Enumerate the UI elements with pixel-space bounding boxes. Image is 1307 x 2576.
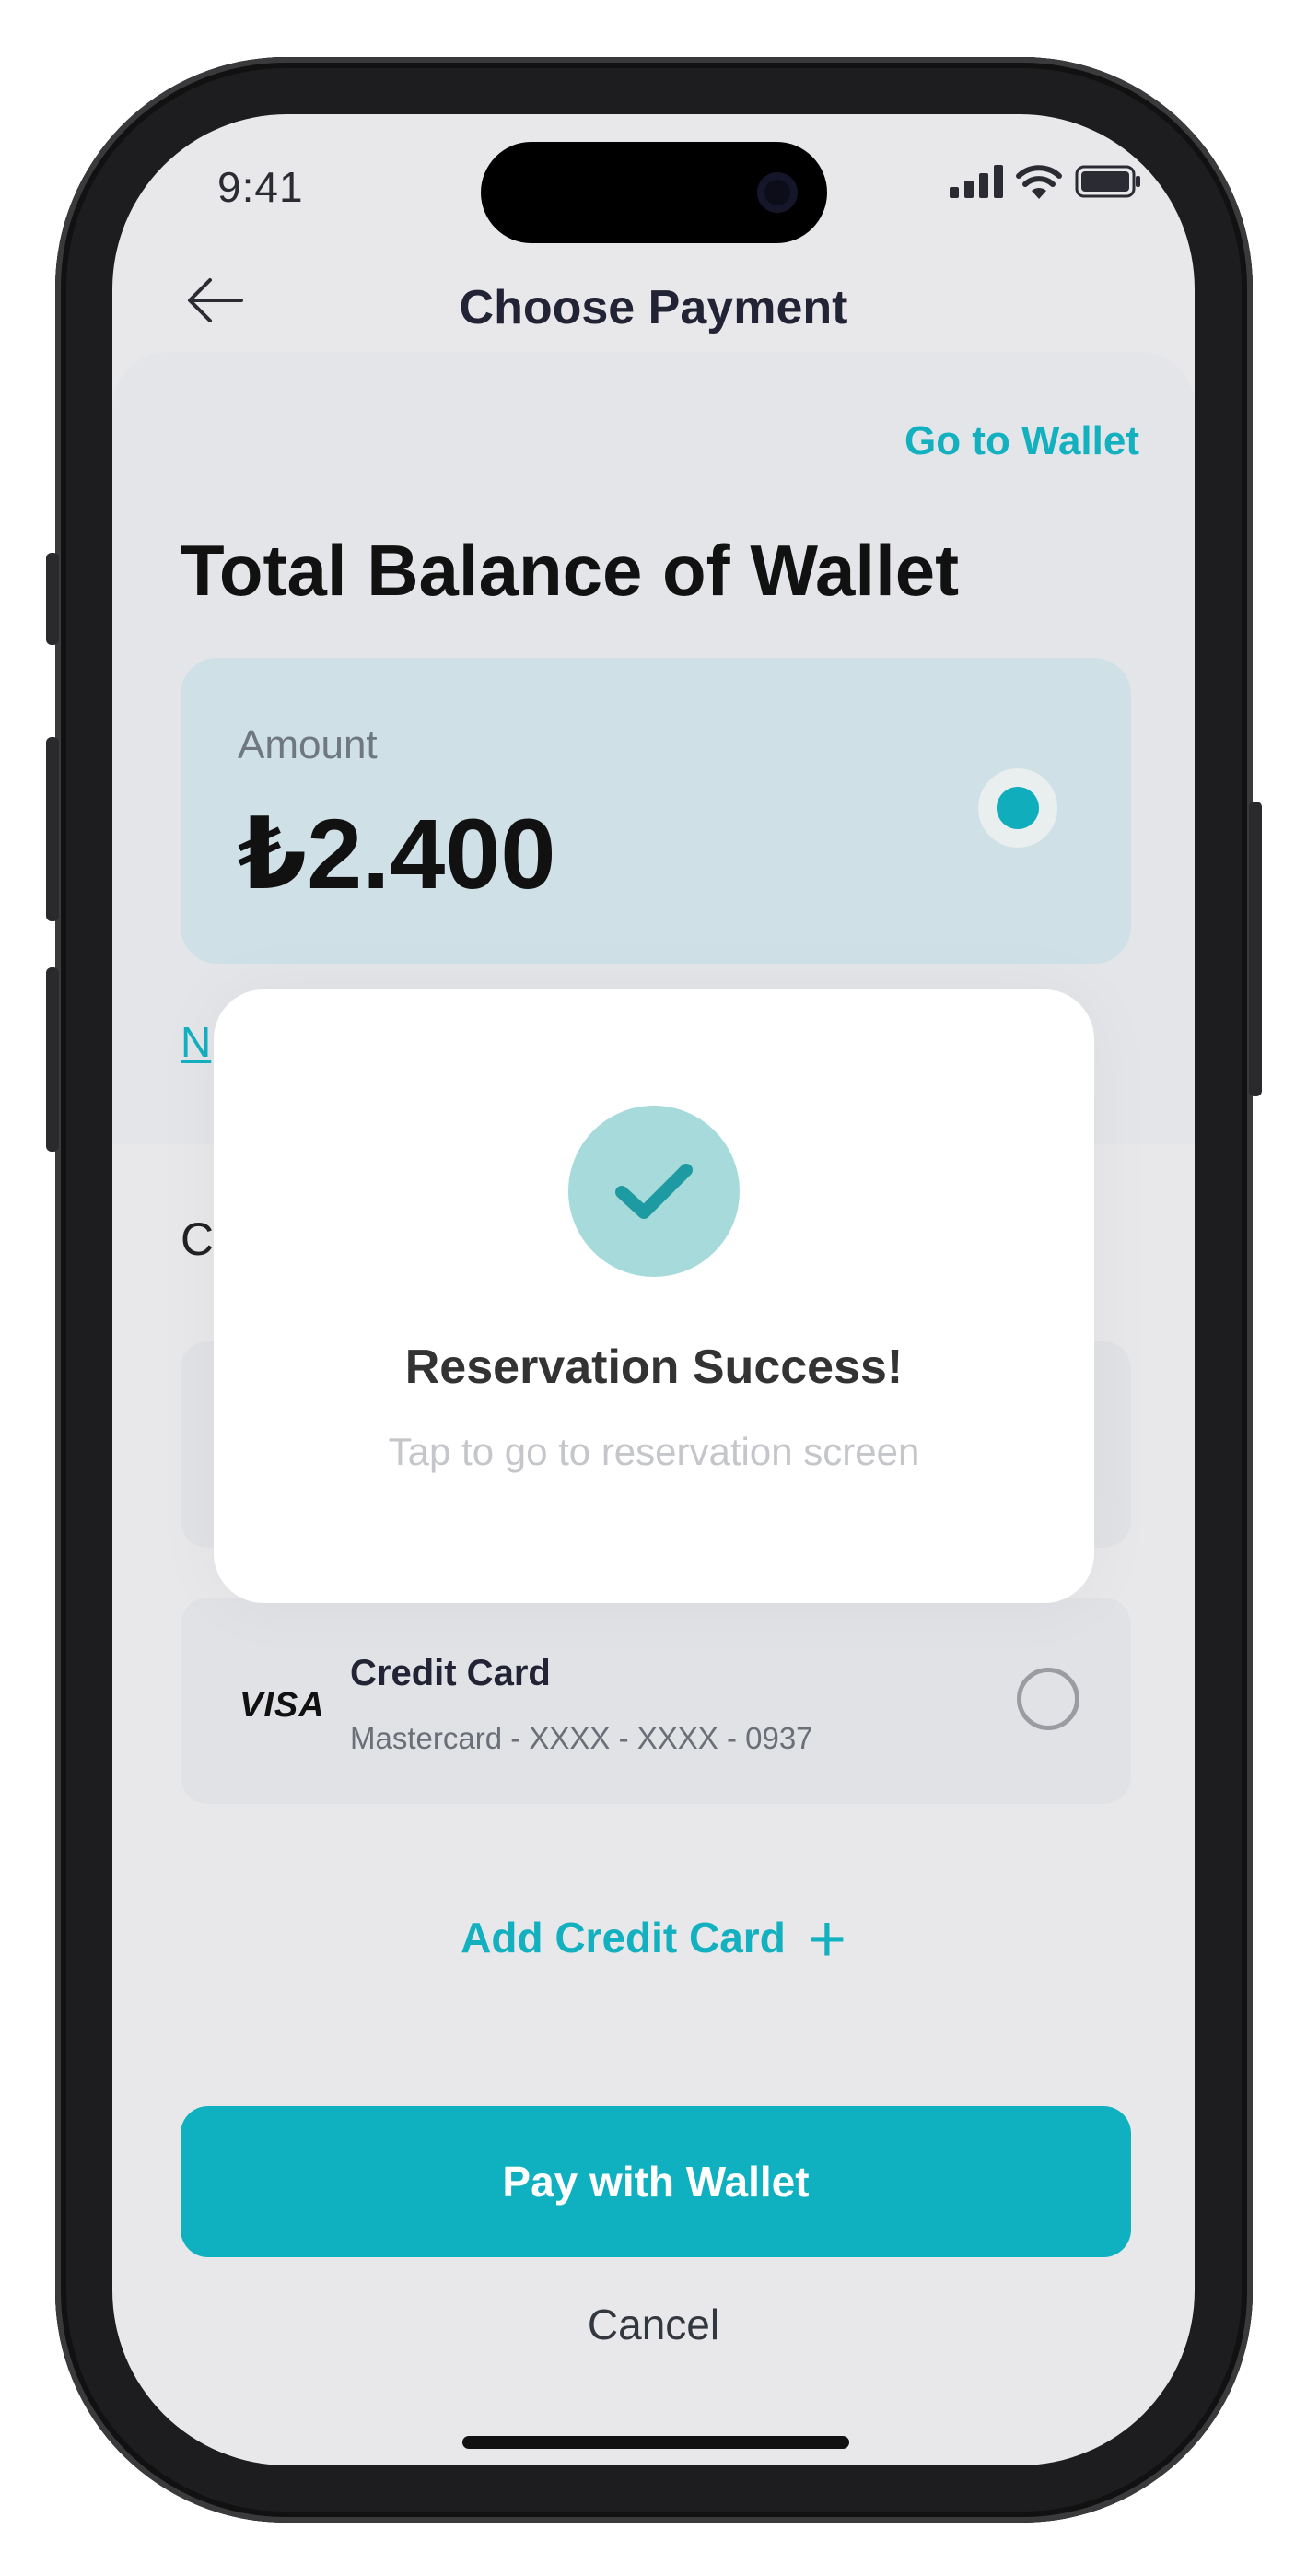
status-time: 9:41 [217, 163, 304, 211]
screen: 9:41 Choose Payment Go to Wallet Total B… [112, 114, 1195, 2465]
volume-down-button [46, 967, 59, 1152]
status-icons [950, 164, 1141, 199]
camera-icon [757, 172, 798, 213]
credit-card-option[interactable]: VISA Credit Card Mastercard - XXXX - XXX… [181, 1598, 1131, 1804]
success-check-icon [568, 1106, 740, 1277]
dynamic-island [481, 142, 827, 243]
wifi-icon [1016, 165, 1062, 199]
pay-with-wallet-button[interactable]: Pay with Wallet [181, 2106, 1131, 2257]
obscured-link[interactable]: N [181, 1017, 211, 1067]
wallet-balance-heading: Total Balance of Wallet [181, 530, 960, 611]
amount-value: ₺2.400 [238, 798, 556, 909]
go-to-wallet-link[interactable]: Go to Wallet [904, 418, 1139, 464]
home-indicator[interactable] [462, 2436, 849, 2449]
wallet-radio-selected[interactable] [978, 768, 1057, 848]
obscured-heading: C [181, 1213, 215, 1265]
power-button [1249, 802, 1262, 1096]
add-credit-card-label: Add Credit Card [461, 1914, 786, 1961]
success-modal[interactable]: Reservation Success! Tap to go to reserv… [214, 989, 1094, 1603]
plus-icon: + [807, 1903, 846, 1976]
page-title: Choose Payment [459, 281, 848, 334]
wallet-amount-card[interactable]: Amount ₺2.400 [181, 658, 1131, 964]
visa-logo: VISA [239, 1686, 325, 1725]
action-button [46, 553, 59, 645]
credit-card-title: Credit Card [350, 1653, 551, 1693]
modal-title: Reservation Success! [404, 1341, 904, 1394]
modal-subtitle[interactable]: Tap to go to reservation screen [214, 1430, 1094, 1474]
amount-label: Amount [238, 722, 378, 767]
add-credit-card-button[interactable]: Add Credit Card + [112, 1902, 1195, 1977]
credit-card-number: Mastercard - XXXX - XXXX - 0937 [350, 1721, 813, 1755]
cancel-button[interactable]: Cancel [112, 2300, 1195, 2349]
volume-up-button [46, 737, 59, 921]
credit-card-radio[interactable] [1017, 1668, 1079, 1730]
signal-icon [950, 165, 1003, 198]
battery-icon [1075, 165, 1140, 198]
